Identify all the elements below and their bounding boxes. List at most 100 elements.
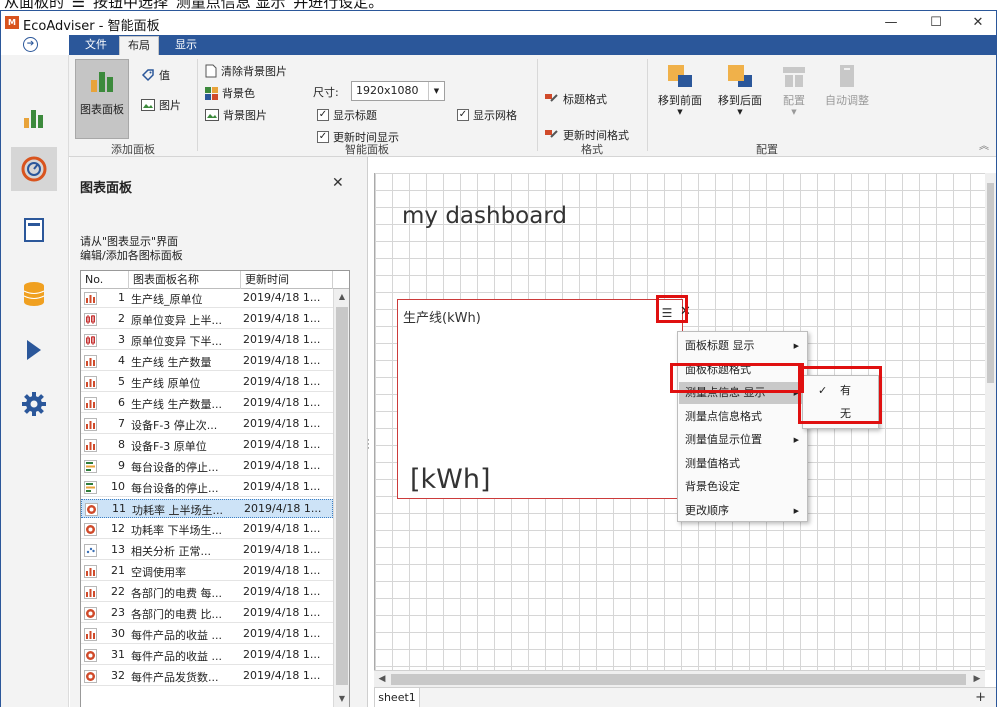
- list-item[interactable]: 10 每台设备的停止... 2019/4/18 1...: [81, 478, 333, 497]
- nav-gauge-icon[interactable]: [11, 147, 57, 191]
- list-item[interactable]: 22 各部门的电费 每... 2019/4/18 1...: [81, 583, 333, 602]
- nav-play-icon[interactable]: [19, 335, 49, 365]
- list-item[interactable]: 1 生产线_原单位 2019/4/18 1...: [81, 289, 333, 308]
- highlight-box-menu-item: [670, 363, 804, 393]
- show-title-checkbox[interactable]: ✓ 显示标题: [317, 107, 377, 123]
- context-menu-item[interactable]: 测量值显示位置 ▶: [679, 429, 807, 451]
- panel-close-icon[interactable]: ✕: [332, 175, 344, 191]
- row-time: 2019/4/18 1...: [243, 669, 321, 682]
- bring-front-button[interactable]: 移到前面 ▼: [654, 59, 706, 139]
- format-brush-icon: [545, 94, 558, 102]
- list-item[interactable]: 32 每件产品发货数... 2019/4/18 1...: [81, 667, 333, 686]
- checkbox-checked-icon[interactable]: ✓: [457, 109, 469, 121]
- scroll-left-icon[interactable]: ◀: [374, 671, 390, 687]
- column-header-name[interactable]: 图表面板名称: [129, 271, 241, 289]
- list-item[interactable]: 2 原单位变异 上半... 2019/4/18 1...: [81, 310, 333, 329]
- menu-item-label: 测量值显示位置: [685, 433, 762, 446]
- canvas-vertical-scrollbar[interactable]: [985, 173, 996, 670]
- row-number: 23: [111, 606, 125, 619]
- scroll-up-icon[interactable]: ▲: [334, 289, 349, 305]
- show-title-label: 显示标题: [333, 109, 377, 122]
- list-item[interactable]: 12 功耗率 下半场生... 2019/4/18 1...: [81, 520, 333, 539]
- context-menu: 面板标题 显示 ▶ 面板标题格式 测量点信息 显示 ▶ 测量点信息格式 测量值显示位置 ▶ 测量…: [677, 331, 808, 522]
- chart-type-bar-icon: [84, 439, 97, 452]
- highlight-box-menu-button: [656, 295, 688, 323]
- title-format-button[interactable]: 标题格式: [545, 91, 607, 107]
- auto-adjust-button[interactable]: 自动调整: [817, 59, 877, 139]
- context-menu-item[interactable]: 测量值格式: [679, 453, 807, 475]
- row-time: 2019/4/18 1...: [243, 543, 321, 556]
- context-menu-item[interactable]: 背景色设定: [679, 476, 807, 498]
- context-menu-item[interactable]: 面板标题 显示 ▶: [679, 335, 807, 357]
- list-item[interactable]: 30 每件产品的收益 ... 2019/4/18 1...: [81, 625, 333, 644]
- menu-item-label: 测量值格式: [685, 456, 740, 470]
- bg-image-button[interactable]: 背景图片: [205, 107, 267, 123]
- splitter-handle[interactable]: · · ·: [367, 437, 370, 454]
- list-scrollbar[interactable]: ▲ ▼: [333, 289, 349, 707]
- context-menu-item[interactable]: 更改顺序 ▶: [679, 500, 807, 522]
- row-name: 生产线_原单位: [131, 293, 203, 306]
- back-arrow-icon[interactable]: ➔: [23, 37, 38, 52]
- row-name: 每件产品的收益 ...: [131, 629, 222, 642]
- list-item[interactable]: 5 生产线 原单位 2019/4/18 1...: [81, 373, 333, 392]
- clear-bg-image-label: 清除背景图片: [221, 65, 287, 78]
- nav-database-icon[interactable]: [19, 279, 49, 309]
- show-grid-checkbox[interactable]: ✓ 显示网格: [457, 107, 517, 123]
- list-item[interactable]: 6 生产线 生产数量... 2019/4/18 1...: [81, 394, 333, 413]
- maximize-button[interactable]: ☐: [921, 13, 951, 33]
- tab-layout[interactable]: 布局: [119, 36, 159, 55]
- bg-color-button[interactable]: 背景色: [205, 85, 255, 101]
- image-button[interactable]: 图片: [141, 97, 181, 113]
- row-time: 2019/4/18 1...: [243, 396, 321, 409]
- value-button[interactable]: 值: [141, 67, 170, 83]
- nav-chart-icon[interactable]: [19, 103, 49, 133]
- arrange-button[interactable]: 配置 ▼: [774, 59, 814, 139]
- list-item[interactable]: 21 空调使用率 2019/4/18 1...: [81, 562, 333, 581]
- list-item[interactable]: 13 相关分析 正常... 2019/4/18 1...: [81, 541, 333, 560]
- list-item[interactable]: 11 功耗率 上半场生... 2019/4/18 1...: [81, 499, 333, 518]
- nav-document-icon[interactable]: [19, 215, 49, 245]
- column-header-time[interactable]: 更新时间: [241, 271, 333, 289]
- chevron-down-icon[interactable]: ▼: [428, 82, 444, 100]
- scroll-down-icon[interactable]: ▼: [334, 691, 349, 707]
- list-item[interactable]: 8 设备F-3 原单位 2019/4/18 1...: [81, 436, 333, 455]
- list-item[interactable]: 9 每台设备的停止... 2019/4/18 1...: [81, 457, 333, 476]
- chart-type-box-icon: [84, 313, 97, 326]
- tab-display[interactable]: 显示: [167, 36, 205, 55]
- context-menu-item[interactable]: 测量点信息格式: [679, 406, 807, 428]
- canvas-scroll-thumb[interactable]: [987, 183, 994, 383]
- menu-item-label: 测量点信息格式: [685, 409, 762, 423]
- tab-file[interactable]: 文件: [77, 36, 115, 55]
- row-number: 12: [111, 522, 125, 535]
- list-item[interactable]: 7 设备F-3 停止次... 2019/4/18 1...: [81, 415, 333, 434]
- nav-gear-icon[interactable]: [19, 389, 49, 419]
- tag-icon: [141, 69, 154, 82]
- list-item[interactable]: 3 原单位变异 下半... 2019/4/18 1...: [81, 331, 333, 350]
- value-label: 值: [159, 69, 170, 82]
- close-window-button[interactable]: ✕: [963, 13, 993, 33]
- checkbox-checked-icon[interactable]: ✓: [317, 109, 329, 121]
- card-label: 生产线(kWh): [403, 311, 481, 326]
- scroll-right-icon[interactable]: ▶: [969, 671, 985, 687]
- sheet-tab[interactable]: sheet1: [374, 688, 420, 707]
- caption-strip: 从面板的“☰”按钮中选择“测量点信息 显示”并进行设定。: [4, 0, 384, 10]
- list-item[interactable]: 4 生产线 生产数量 2019/4/18 1...: [81, 352, 333, 371]
- add-sheet-icon[interactable]: +: [975, 690, 986, 705]
- horizontal-scroll-thumb[interactable]: [391, 674, 966, 685]
- row-number: 22: [111, 585, 125, 598]
- dashboard-card[interactable]: 生产线(kWh) ☰ ✕ [kWh]: [397, 299, 691, 499]
- clear-bg-image-button[interactable]: 清除背景图片: [205, 63, 287, 79]
- row-name: 相关分析 正常...: [131, 545, 211, 558]
- send-back-button[interactable]: 移到后面 ▼: [710, 59, 770, 139]
- size-select[interactable]: 1920x1080 ▼: [351, 81, 445, 101]
- ribbon-collapse-icon[interactable]: ︽: [979, 137, 989, 152]
- list-item[interactable]: 31 每件产品的收益 ... 2019/4/18 1...: [81, 646, 333, 665]
- row-number: 8: [118, 438, 125, 451]
- list-scroll-thumb[interactable]: [336, 307, 348, 685]
- image-icon: [141, 99, 155, 111]
- column-header-no[interactable]: No.: [81, 271, 129, 289]
- minimize-button[interactable]: —: [876, 13, 906, 33]
- chart-panel-button[interactable]: 图表面板: [75, 59, 129, 139]
- canvas-horizontal-scrollbar[interactable]: ◀ ▶: [374, 670, 985, 687]
- list-item[interactable]: 23 各部门的电费 比... 2019/4/18 1...: [81, 604, 333, 623]
